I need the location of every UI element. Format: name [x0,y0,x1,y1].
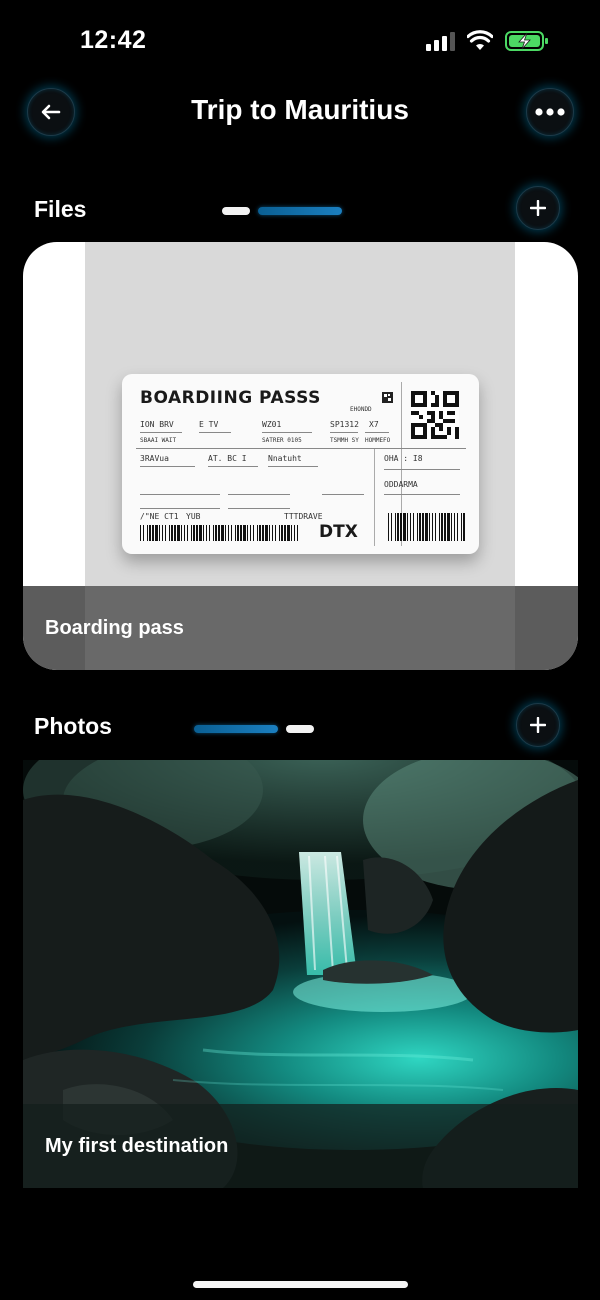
ticket-small-mark: EHONDD [350,406,372,413]
ticket-field: /"NE CT1 [140,512,179,521]
ticket-rule [322,494,364,495]
back-button[interactable] [27,88,75,136]
photos-pager [194,725,316,733]
file-card-caption-bar: Boarding pass [23,586,578,670]
ticket-rule [262,432,312,433]
file-card-caption: Boarding pass [45,616,184,639]
ticket-field: AT. BC I [208,454,247,463]
ticket-rule [136,448,466,449]
file-card-boarding-pass[interactable]: BOARDIING PASSS EHONDD ION BRV E TV WZ01… [23,242,578,670]
ticket-field: WZ01 [262,420,282,429]
ticket-rule [140,494,220,495]
ticket-field: SATRER 0105 [262,437,302,444]
status-time: 12:42 [80,26,147,54]
pager-dot[interactable] [286,725,314,733]
page-title: Trip to Mauritius [191,94,409,125]
ticket-heading: BOARDIING PASSS [140,388,321,408]
more-options-button[interactable] [526,88,574,136]
ticket-field: X7 [369,420,379,429]
ticket-rule [384,494,460,495]
ticket-brand: DTX [319,522,358,542]
ticket-field: HOMMEFO [365,437,391,444]
battery-charging-icon [505,31,548,51]
ticket-rule [365,432,389,433]
photo-card-caption-bar: My first destination [23,1104,578,1188]
barcode-icon [388,513,465,541]
add-photo-button[interactable] [516,703,560,747]
barcode-icon [140,525,298,541]
ticket-rule [140,466,195,467]
qr-code-icon [411,391,459,439]
files-section-title: Files [34,196,87,222]
ticket-rule [228,494,290,495]
ticket-field: Nnatuht [268,454,302,463]
wifi-icon [467,30,493,50]
arrow-left-icon [41,104,61,120]
pager-dot-active[interactable] [258,207,342,215]
ticket-rule [199,432,231,433]
ticket-field: ION BRV [140,420,174,429]
ticket-rule [140,432,182,433]
pager-dot[interactable] [222,207,250,215]
ticket-field: ODDARMA [384,480,418,489]
ticket-divider [374,448,375,546]
ticket-rule [268,466,318,467]
ticket-field: SP1312 [330,420,359,429]
ticket-rule [228,508,290,509]
home-indicator[interactable] [193,1281,408,1288]
ticket-rule [384,469,460,470]
ticket-field: E TV [199,420,219,429]
plus-icon [530,200,546,216]
small-qr-icon [382,392,393,403]
boarding-pass-thumbnail: BOARDIING PASSS EHONDD ION BRV E TV WZ01… [122,374,479,554]
ticket-rule [140,508,220,509]
pager-dot-active[interactable] [194,725,278,733]
ticket-field: TTTDRAVE [284,512,323,521]
plus-icon [530,717,546,733]
status-bar: 12:42 [0,0,600,80]
photos-section-title: Photos [34,713,112,739]
ticket-field: SBAAI WAIT [140,437,177,444]
files-pager [222,207,344,215]
add-file-button[interactable] [516,186,560,230]
cellular-signal-icon [426,32,455,51]
ticket-field: YUB [186,512,201,521]
ticket-field: TSMMH SY [330,437,359,444]
photo-card-waterfall[interactable]: My first destination [23,760,578,1188]
photo-card-caption: My first destination [45,1134,229,1157]
ellipsis-icon [535,108,565,116]
ticket-rule [330,432,358,433]
ticket-field: 3RAVua [140,454,169,463]
ticket-field: OHA : I8 [384,454,423,463]
ticket-rule [208,466,258,467]
